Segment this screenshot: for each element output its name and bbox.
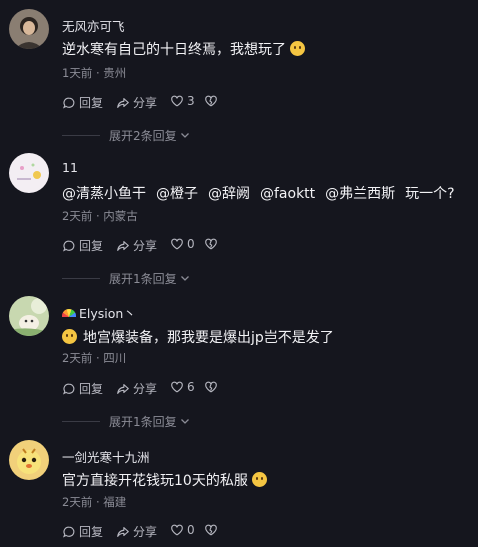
comment-text: 逆水寒有自己的十日终焉，我想玩了 [62,39,305,59]
comment-bubble-icon [63,97,75,108]
broken-heart-icon [205,381,217,393]
like-count: 0 [187,237,195,251]
username[interactable]: 无风亦可飞 [62,16,125,35]
mention-link[interactable]: @弗兰西斯 [325,186,395,202]
username[interactable]: 一剑光寒十九洲 [62,447,150,466]
avatar[interactable] [9,153,49,193]
grin-emoji-icon [62,329,77,344]
comment-bubble-icon [63,526,75,537]
expand-replies-button[interactable]: 展开1条回复 [62,414,191,429]
comment-meta: 2天前 · 福建 [62,495,127,509]
broken-heart-icon [205,238,217,250]
divider [62,277,100,279]
like-count: 3 [187,94,195,108]
share-arrow-icon [117,526,129,537]
dislike-button[interactable] [204,523,218,537]
share-arrow-icon [117,240,129,251]
heart-icon [171,524,183,536]
smile-emoji-icon [251,472,267,487]
heart-icon [171,95,183,107]
like-count: 6 [187,380,195,394]
expand-replies-button[interactable]: 展开1条回复 [62,271,191,286]
comment-meta: 2天前 · 四川 [62,351,127,365]
chevron-down-icon [180,419,189,424]
dislike-button[interactable] [204,237,218,251]
share-button[interactable]: 分享 [116,94,157,111]
expand-replies-button[interactable]: 展开2条回复 [62,128,191,143]
avatar[interactable] [9,296,49,336]
mention-link[interactable]: @辞阙 [208,186,250,202]
mention-link[interactable]: @橙子 [156,186,198,202]
reply-button[interactable]: 回复 [62,94,103,111]
broken-heart-icon [205,95,217,107]
comment-bubble-icon [63,383,75,394]
comment-text: 地宫爆装备，那我要是爆出jp岂不是发了 [62,327,334,347]
like-button[interactable]: 6 [170,380,195,394]
avatar[interactable] [9,440,49,480]
share-button[interactable]: 分享 [116,523,157,540]
dislike-button[interactable] [204,380,218,394]
reply-button[interactable]: 回复 [62,523,103,540]
share-arrow-icon [117,383,129,394]
share-button[interactable]: 分享 [116,380,157,397]
smile-emoji-icon [290,41,305,56]
comment-bubble-icon [63,240,75,251]
reply-button[interactable]: 回复 [62,237,103,254]
like-button[interactable]: 0 [170,237,195,251]
comment-text: 官方直接开花钱玩10天的私服 [62,470,267,490]
dislike-button[interactable] [204,94,218,108]
heart-icon [171,238,183,250]
chevron-down-icon [180,133,189,138]
divider [62,134,100,136]
heart-icon [171,381,183,393]
mention-link[interactable]: @清蒸小鱼干 [62,186,146,202]
like-count: 0 [187,523,195,537]
mention-link[interactable]: @faoktt [260,186,315,202]
chevron-down-icon [180,276,189,281]
comment-meta: 2天前 · 内蒙古 [62,209,138,223]
rainbow-emoji-icon [62,309,76,317]
like-button[interactable]: 3 [170,94,195,108]
divider [62,420,100,422]
share-button[interactable]: 分享 [116,237,157,254]
username[interactable]: 11 [62,160,78,175]
like-button[interactable]: 0 [170,523,195,537]
broken-heart-icon [205,524,217,536]
comment-text: @清蒸小鱼干 @橙子 @辞阙 @faoktt @弗兰西斯 玩一个? [62,186,455,202]
username[interactable]: Elysion丶 [62,303,136,322]
share-arrow-icon [117,97,129,108]
avatar[interactable] [9,9,49,49]
reply-button[interactable]: 回复 [62,380,103,397]
comment-meta: 1天前 · 贵州 [62,66,127,80]
